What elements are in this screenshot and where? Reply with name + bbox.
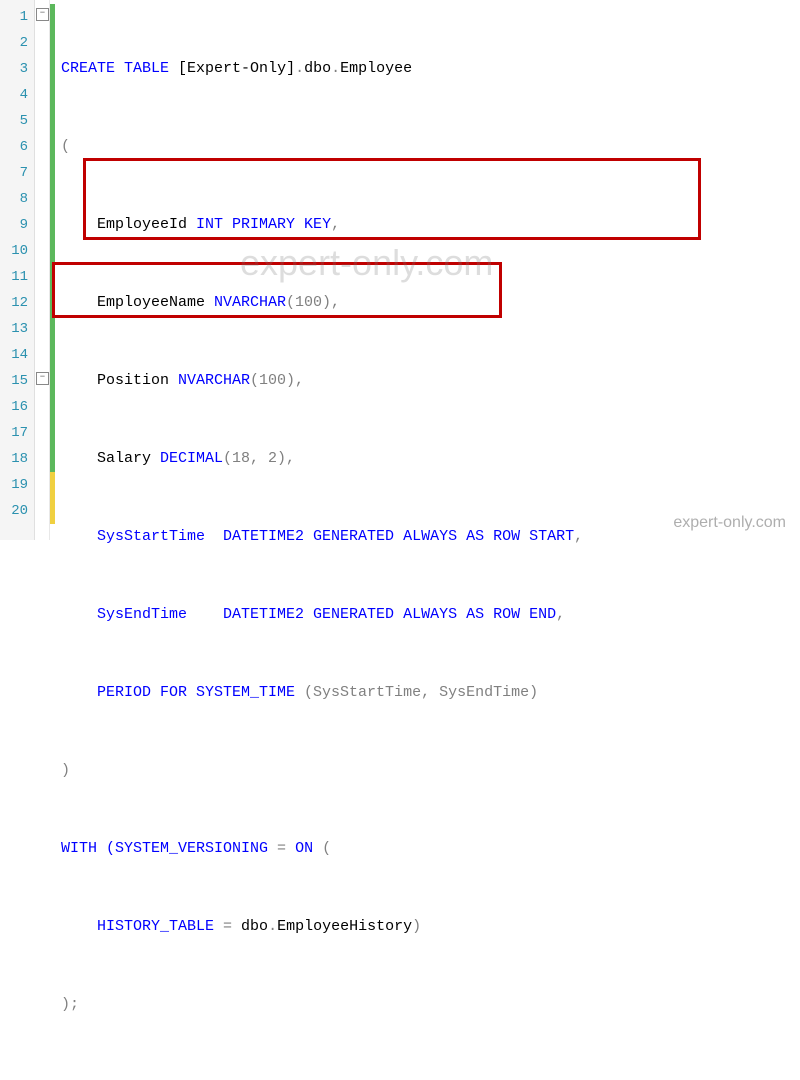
line-number: 19 [4,472,28,498]
code-line: EmployeeName NVARCHAR(100), [61,290,800,316]
code-line [61,1070,800,1080]
fold-column: − − [35,0,50,540]
line-number: 9 [4,212,28,238]
line-number: 16 [4,394,28,420]
code-line: ( [61,134,800,160]
line-number: 14 [4,342,28,368]
code-line: ) [61,758,800,784]
fold-toggle-icon[interactable]: − [36,8,49,21]
code-area[interactable]: CREATE TABLE [Expert-Only].dbo.Employee … [55,0,800,540]
line-number: 4 [4,82,28,108]
line-number: 15 [4,368,28,394]
line-number: 3 [4,56,28,82]
line-number: 17 [4,420,28,446]
code-line: SysEndTime DATETIME2 GENERATED ALWAYS AS… [61,602,800,628]
line-number-gutter: 1234567891011121314151617181920 [0,0,35,540]
line-number: 8 [4,186,28,212]
line-number: 13 [4,316,28,342]
line-number: 2 [4,30,28,56]
line-number: 1 [4,4,28,30]
code-line: ); [61,992,800,1018]
code-line: HISTORY_TABLE = dbo.EmployeeHistory) [61,914,800,940]
line-number: 6 [4,134,28,160]
code-line: Salary DECIMAL(18, 2), [61,446,800,472]
code-editor[interactable]: 1234567891011121314151617181920 − − CREA… [0,0,800,540]
line-number: 18 [4,446,28,472]
line-number: 20 [4,498,28,524]
code-line: PERIOD FOR SYSTEM_TIME (SysStartTime, Sy… [61,680,800,706]
code-line: CREATE TABLE [Expert-Only].dbo.Employee [61,56,800,82]
code-line: SysStartTime DATETIME2 GENERATED ALWAYS … [61,524,800,550]
code-line: EmployeeId INT PRIMARY KEY, [61,212,800,238]
line-number: 5 [4,108,28,134]
line-number: 11 [4,264,28,290]
line-number: 12 [4,290,28,316]
code-line: WITH (SYSTEM_VERSIONING = ON ( [61,836,800,862]
line-number: 7 [4,160,28,186]
fold-toggle-icon[interactable]: − [36,372,49,385]
line-number: 10 [4,238,28,264]
code-line: Position NVARCHAR(100), [61,368,800,394]
